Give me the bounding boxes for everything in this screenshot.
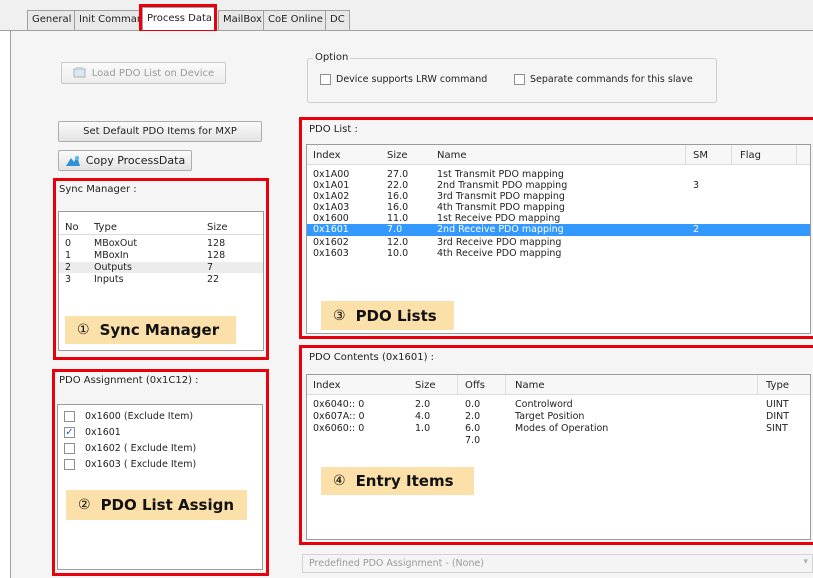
separate-label: Separate commands for this slave <box>530 74 693 85</box>
tab-highlight-frame <box>139 4 217 33</box>
callout-pdo-lists: ③ PDO Lists <box>321 301 454 330</box>
lrw-checkbox-row[interactable]: Device supports LRW command <box>320 74 487 85</box>
chevron-down-icon: ▾ <box>803 557 808 567</box>
separate-checkbox[interactable] <box>514 74 525 85</box>
set-default-pdo-label: Set Default PDO Items for MXP <box>83 126 237 137</box>
callout-number: ② <box>78 497 91 513</box>
callout-text: Entry Items <box>355 472 454 490</box>
set-default-pdo-button[interactable]: Set Default PDO Items for MXP <box>58 121 262 142</box>
pdo-contents-frame <box>299 345 813 545</box>
lrw-label: Device supports LRW command <box>336 74 488 85</box>
callout-text: PDO List Assign <box>100 496 235 514</box>
callout-text: PDO Lists <box>355 306 437 325</box>
callout-sync-manager: ① Sync Manager <box>65 316 236 344</box>
copy-processdata-label: Copy ProcessData <box>85 154 186 167</box>
tab-coe-online[interactable]: CoE Online <box>263 10 328 30</box>
callout-number: ④ <box>333 473 346 489</box>
predefined-pdo-select[interactable]: Predefined PDO Assignment - (None) ▾ <box>302 554 813 573</box>
callout-entry-items: ④ Entry Items <box>321 467 474 495</box>
load-pdo-list-button[interactable]: Load PDO List on Device <box>61 62 226 84</box>
tab-general[interactable]: General <box>27 10 77 30</box>
callout-number: ① <box>77 322 90 338</box>
predefined-pdo-value: Predefined PDO Assignment - (None) <box>309 558 485 569</box>
option-label: Option <box>313 52 351 63</box>
copy-processdata-button[interactable]: Copy ProcessData <box>58 150 192 171</box>
tab-dc[interactable]: DC <box>325 10 350 30</box>
callout-text: Sync Manager <box>99 321 220 339</box>
callout-number: ③ <box>333 307 346 324</box>
pdo-assignment-frame <box>52 369 269 576</box>
lrw-checkbox[interactable] <box>320 74 331 85</box>
callout-pdo-list-assign: ② PDO List Assign <box>66 490 247 520</box>
copy-icon <box>65 155 80 166</box>
tab-mailbox[interactable]: MailBox <box>218 10 267 30</box>
load-icon <box>73 67 86 78</box>
load-pdo-list-label: Load PDO List on Device <box>91 67 215 79</box>
separate-checkbox-row[interactable]: Separate commands for this slave <box>514 74 693 85</box>
